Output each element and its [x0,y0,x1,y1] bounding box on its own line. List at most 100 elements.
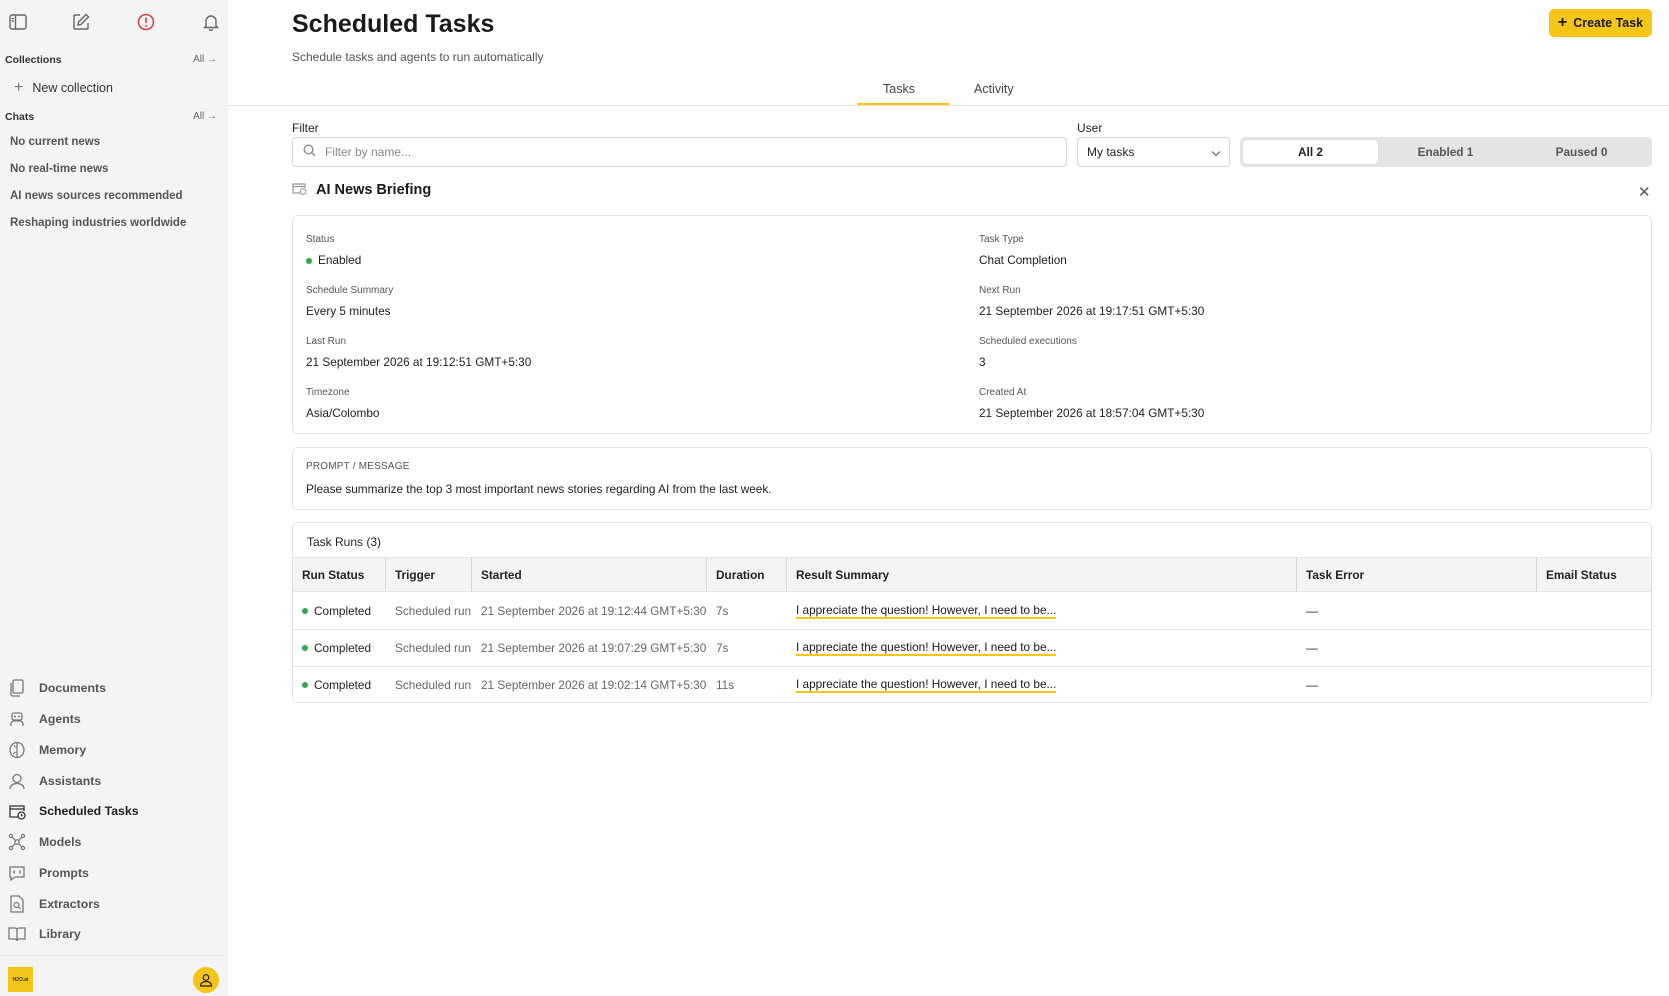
sidebar-item-models[interactable]: Models [8,831,81,853]
column-header: Duration [707,558,787,591]
result-summary-link[interactable]: I appreciate the question! However, I ne… [796,640,1057,656]
executions-value: 3 [979,355,986,369]
collections-label: Collections [5,54,62,66]
sidebar-item-documents[interactable]: Documents [8,677,106,699]
table-row[interactable]: Completed Scheduled run 21 September 202… [293,667,1651,704]
result-summary-link[interactable]: I appreciate the question! However, I ne… [796,677,1057,693]
alert-icon[interactable] [134,10,158,34]
started-cell: 21 September 2026 at 19:02:14 GMT+5:30 [481,678,707,692]
schedule-value: Every 5 minutes [306,304,391,318]
table-row[interactable]: Completed Scheduled run 21 September 202… [293,630,1651,667]
plus-icon: + [14,79,24,96]
sidebar-toggle-icon[interactable] [6,10,30,34]
schedule-label: Schedule Summary [306,285,394,296]
chats-all-link[interactable]: All → [193,111,217,122]
extractors-icon [8,895,26,913]
run-status-cell: Completed [293,667,371,703]
sidebar-item-label: Memory [39,743,87,757]
sidebar-item-label: Documents [39,681,106,695]
sidebar: Collections All → + New collection Chats… [0,0,228,996]
page-subtitle: Schedule tasks and agents to run automat… [292,50,544,64]
status-dot [302,682,308,688]
tab-activity[interactable]: Activity [974,82,1014,96]
sidebar-item-label: Scheduled Tasks [39,804,139,818]
chat-item[interactable]: Reshaping industries worldwide [10,217,186,229]
duration-cell: 7s [716,604,729,618]
task-runs-title: Task Runs (3) [307,535,382,549]
last-run-value: 21 September 2026 at 19:12:51 GMT+5:30 [306,355,532,369]
new-collection-label: New collection [32,81,113,95]
calendar-clock-icon [292,181,307,199]
notifications-bell-icon[interactable] [199,10,223,34]
sidebar-footer: H2O.ai [0,955,228,996]
segment-enabled[interactable]: Enabled 1 [1378,140,1513,164]
task-runs-card: Task Runs (3) Run Status Trigger Started… [292,522,1652,703]
prompts-icon [8,864,26,882]
chats-label: Chats [5,111,35,123]
executions-label: Scheduled executions [979,336,1077,347]
trigger-cell: Scheduled run [395,678,472,692]
close-icon[interactable]: ✕ [1638,183,1651,201]
trigger-cell: Scheduled run [395,604,472,618]
arrow-right-icon: → [207,111,217,122]
user-avatar[interactable] [193,967,219,993]
sidebar-item-extractors[interactable]: Extractors [8,893,100,915]
active-tab-indicator [857,103,949,105]
task-error-cell: — [1306,604,1318,618]
task-type-label: Task Type [979,234,1024,245]
new-collection-button[interactable]: + New collection [14,80,113,96]
user-select[interactable]: My tasks [1077,137,1230,167]
sidebar-item-label: Agents [39,712,81,726]
segment-paused[interactable]: Paused 0 [1514,140,1649,164]
task-details-card: Status Enabled Schedule Summary Every 5 … [292,215,1652,434]
agents-icon [8,710,26,728]
prompt-label: PROMPT / MESSAGE [306,461,410,472]
create-task-label: Create Task [1573,16,1644,30]
sidebar-item-label: Extractors [39,897,100,911]
chat-item[interactable]: No current news [10,136,100,148]
email-status-cell [1537,630,1546,666]
sidebar-item-label: Prompts [39,866,89,880]
create-task-button[interactable]: + Create Task [1549,9,1652,37]
segment-all[interactable]: All 2 [1243,140,1378,164]
column-header: Started [472,558,707,591]
result-summary-link[interactable]: I appreciate the question! However, I ne… [796,603,1057,619]
sidebar-item-library[interactable]: Library [8,923,81,945]
status-dot [306,257,312,264]
duration-cell: 7s [716,641,729,655]
sidebar-item-prompts[interactable]: Prompts [8,862,89,884]
trigger-cell: Scheduled run [395,641,472,655]
assistants-icon [8,772,26,790]
plus-icon: + [1557,14,1568,31]
prompt-text: Please summarize the top 3 most importan… [306,482,772,496]
search-icon [303,144,316,160]
next-run-label: Next Run [979,285,1021,296]
tab-tasks[interactable]: Tasks [883,82,915,96]
page-title: Scheduled Tasks [292,10,495,38]
sidebar-item-label: Library [39,927,81,941]
sidebar-item-memory[interactable]: Memory [8,739,86,761]
task-type-value: Chat Completion [979,253,1067,267]
arrow-right-icon: → [207,54,217,65]
status-value: Enabled [306,253,361,267]
column-header: Run Status [293,558,386,591]
result-summary-cell: I appreciate the question! However, I ne… [787,667,1057,703]
sidebar-item-agents[interactable]: Agents [8,708,81,730]
collections-all-link[interactable]: All → [193,54,217,65]
sidebar-item-scheduled-tasks[interactable]: Scheduled Tasks [8,800,139,822]
chat-item[interactable]: No real-time news [10,163,108,175]
task-name: AI News Briefing [316,182,432,198]
table-row[interactable]: Completed Scheduled run 21 September 202… [293,593,1651,630]
sidebar-item-assistants[interactable]: Assistants [8,770,101,792]
models-icon [8,833,26,851]
chat-item[interactable]: AI news sources recommended [10,190,183,202]
timezone-value: Asia/Colombo [306,406,380,420]
created-at-value: 21 September 2026 at 18:57:04 GMT+5:30 [979,406,1205,420]
column-header: Result Summary [787,558,1297,591]
new-chat-icon[interactable] [69,10,93,34]
duration-cell: 11s [716,678,735,692]
user-label: User [1077,121,1103,135]
h2o-logo: H2O.ai [8,967,33,992]
filter-input[interactable]: Filter by name... [292,137,1067,167]
task-error-cell: — [1306,641,1318,655]
